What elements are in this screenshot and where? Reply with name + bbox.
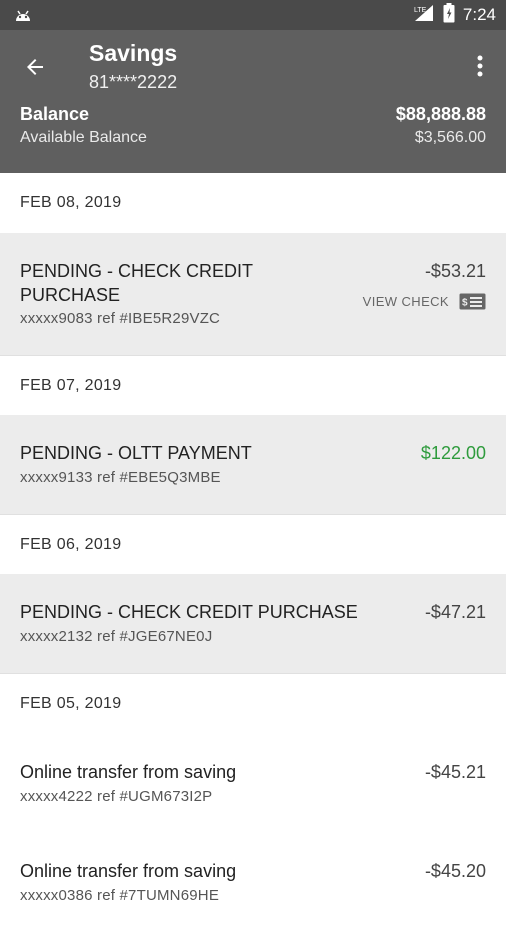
transaction-amount: -$53.21 [424,261,486,281]
transaction-ref: xxxxx4222 ref #UGM673I2P [20,788,213,805]
transaction-amount: -$45.21 [424,762,486,782]
transaction-ref: xxxxx2132 ref #JGE67NE0J [20,628,213,645]
android-icon [16,10,30,21]
transaction-description: PENDING - CHECK CREDIT PURCHASE [20,602,358,622]
transaction-list: FEB 08, 2019 PENDING - CHECK CREDIT PURC… [0,173,506,933]
date-header: FEB 07, 2019 [0,355,506,415]
transaction-amount: -$47.21 [424,602,486,622]
view-check-label: VIEW CHECK [362,294,449,309]
date-header: FEB 05, 2019 [0,673,506,733]
transaction-row[interactable]: Online transfer from saving xxxxx0386 re… [0,833,506,933]
signal-icon: LTE [413,4,435,27]
available-balance-label: Available Balance [20,129,147,146]
account-header: Savings 81****2222 Balance $88,888.88 Av… [0,30,506,173]
available-balance-value: $3,566.00 [414,129,486,146]
check-icon: $ [459,293,486,310]
transaction-description: Online transfer from saving [20,861,237,881]
transaction-description: PENDING - CHECK CREDIT PURCHASE [20,261,253,305]
back-button[interactable] [18,52,52,82]
status-bar: LTE 7:24 [0,0,506,30]
date-header: FEB 06, 2019 [0,514,506,574]
view-check-button[interactable]: VIEW CHECK $ [363,293,486,310]
transaction-ref: xxxxx0386 ref #7TUMN69HE [20,887,220,904]
transaction-ref: xxxxx9083 ref #IBE5R29VZC [20,310,221,327]
arrow-back-icon [27,59,43,75]
svg-text:$: $ [462,298,468,309]
date-header: FEB 08, 2019 [0,173,506,233]
transaction-amount: $122.00 [420,443,486,463]
balance-value: $88,888.88 [395,104,486,124]
more-vert-icon [477,55,483,77]
transaction-row[interactable]: Online transfer from saving xxxxx4222 re… [0,733,506,833]
balance-label: Balance [20,104,90,124]
transaction-description: Online transfer from saving [20,762,237,782]
network-label: LTE [414,7,427,14]
account-number: 81****2222 [89,72,178,92]
transaction-row[interactable]: PENDING - OLTT PAYMENT xxxxx9133 ref #EB… [0,415,506,514]
status-time: 7:24 [462,5,496,24]
battery-icon [443,2,455,28]
more-options-button[interactable] [468,52,492,80]
transaction-amount: -$45.20 [424,861,486,881]
page-title: Savings [89,40,178,66]
transaction-description: PENDING - OLTT PAYMENT [20,443,252,463]
transaction-row[interactable]: PENDING - CHECK CREDIT PURCHASE xxxxx908… [0,233,506,355]
transaction-row[interactable]: PENDING - CHECK CREDIT PURCHASE xxxxx213… [0,574,506,673]
transaction-ref: xxxxx9133 ref #EBE5Q3MBE [20,469,221,486]
